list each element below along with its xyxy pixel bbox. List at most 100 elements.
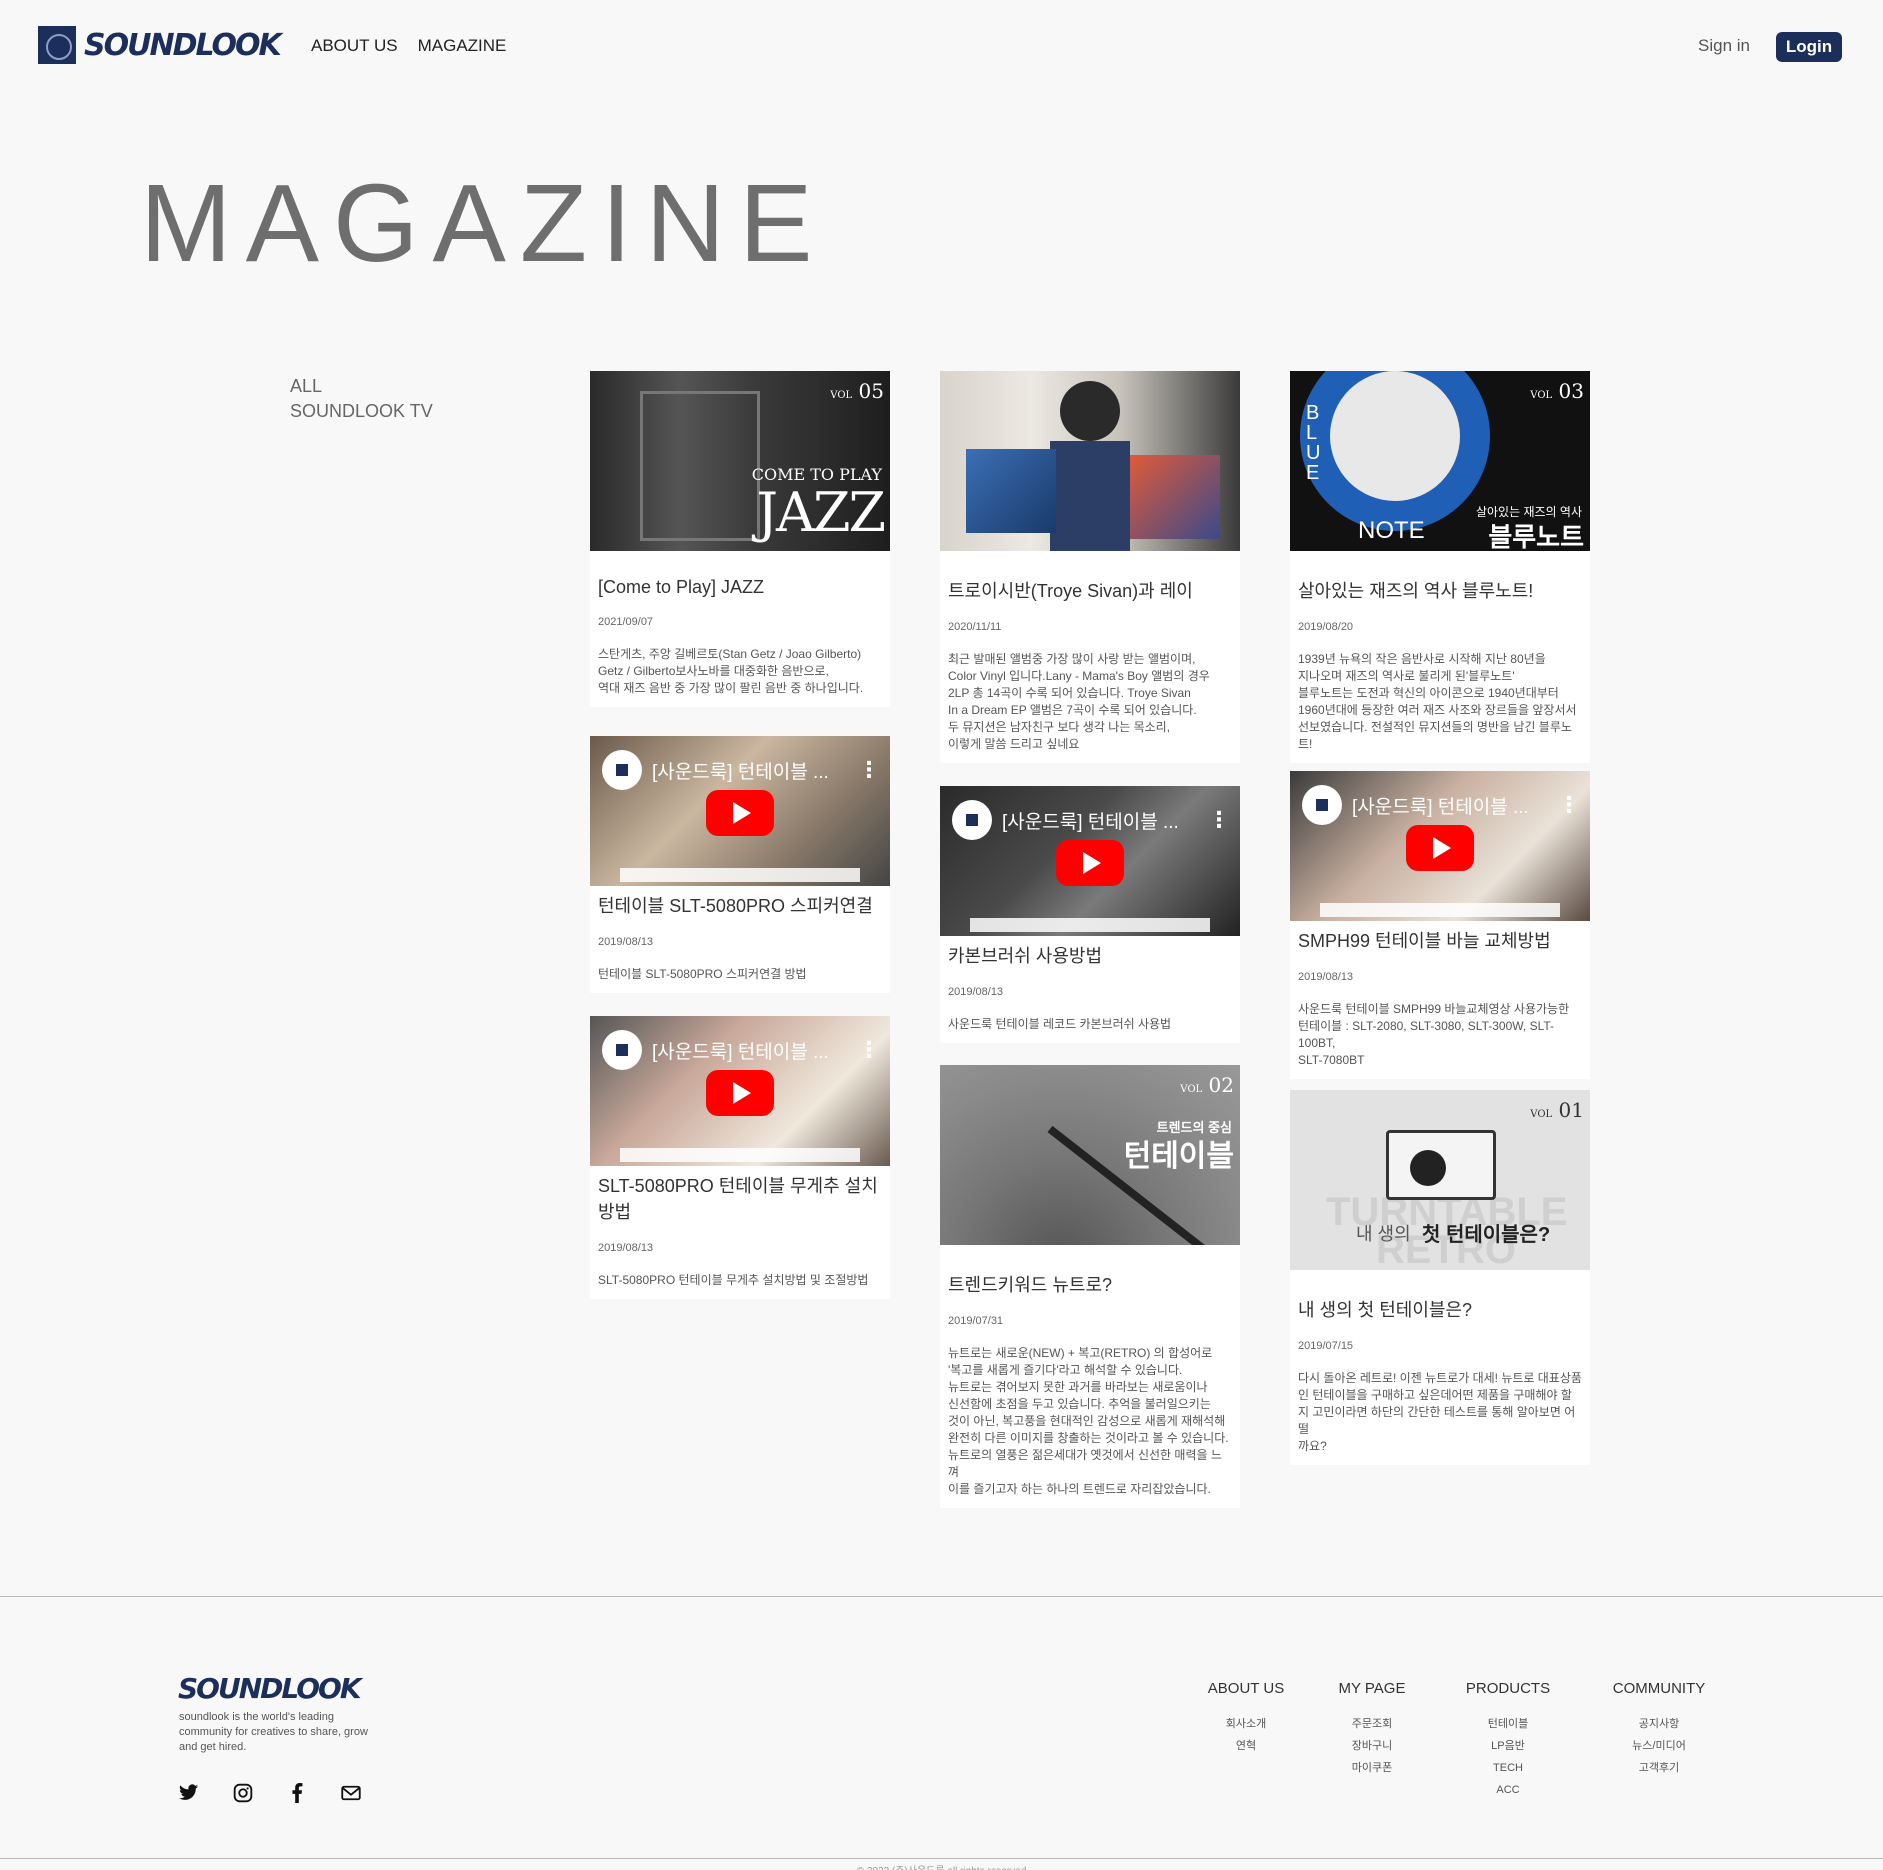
twitter-icon[interactable]: [178, 1782, 200, 1804]
sign-in-link[interactable]: Sign in: [1698, 36, 1750, 56]
category-soundlook-tv[interactable]: SOUNDLOOK TV: [290, 399, 433, 424]
play-button-icon[interactable]: [1056, 840, 1124, 886]
card-date: 2019/08/13: [1298, 971, 1354, 983]
logo-text: SOUNDLOOK: [84, 27, 282, 63]
video-title: [사운드룩] 턴테이블 ...: [652, 1041, 829, 1063]
play-button-icon[interactable]: [706, 790, 774, 836]
youtube-header: [사운드룩] 턴테이블 ... ⋮: [952, 800, 1230, 840]
youtube-header: [사운드룩] 턴테이블 ... ⋮: [602, 750, 880, 790]
card-title[interactable]: 카본브러쉬 사용방법: [948, 942, 1232, 968]
video-title: [사운드룩] 턴테이블 ...: [1002, 811, 1179, 833]
mail-icon[interactable]: [340, 1782, 362, 1804]
card-description: 사운드룩 턴테이블 SMPH99 바늘교체영상 사용가능한 턴테이블 : SLT…: [1298, 1002, 1570, 1067]
video-card[interactable]: [사운드룩] 턴테이블 ... ⋮ SLT-5080PRO 턴테이블 무게추 설…: [590, 1016, 890, 1299]
magazine-card[interactable]: TURNTABLE RETRO VOL 01 내 생의 첫 턴테이블은? 내 생…: [1290, 1090, 1590, 1465]
more-options-icon[interactable]: ⋮: [1558, 792, 1580, 818]
more-options-icon[interactable]: ⋮: [858, 757, 880, 783]
card-title[interactable]: SMPH99 턴테이블 바늘 교체방법: [1298, 927, 1582, 953]
card-date: 2019/07/15: [1298, 1340, 1354, 1352]
footer-link[interactable]: 고객후기: [1604, 1757, 1714, 1779]
more-options-icon[interactable]: ⋮: [1208, 807, 1230, 833]
record-side-text: BLUE: [1306, 402, 1321, 484]
facebook-icon[interactable]: [286, 1782, 308, 1804]
magazine-card[interactable]: 트로이시반(Troye Sivan)과 레이 2020/11/11 최근 발매된…: [940, 371, 1240, 763]
login-button[interactable]: Login: [1776, 32, 1842, 62]
card-description: 사운드룩 턴테이블 레코드 카본브러쉬 사용법: [948, 1017, 1172, 1031]
category-menu: ALL SOUNDLOOK TV: [290, 374, 433, 424]
video-card[interactable]: [사운드룩] 턴테이블 ... ⋮ 카본브러쉬 사용방법 2019/08/13 …: [940, 786, 1240, 1043]
nav-magazine[interactable]: MAGAZINE: [418, 36, 507, 56]
video-card[interactable]: [사운드룩] 턴테이블 ... ⋮ 턴테이블 SLT-5080PRO 스피커연결…: [590, 736, 890, 993]
subtitle-bar: [620, 868, 860, 882]
footer-link[interactable]: 마이쿠폰: [1322, 1757, 1422, 1779]
card-title[interactable]: [Come to Play] JAZZ: [598, 577, 882, 598]
video-thumbnail[interactable]: [사운드룩] 턴테이블 ... ⋮: [590, 736, 890, 886]
magazine-card[interactable]: VOL 05 COME TO PLAY JAZZ [Come to Play] …: [590, 371, 890, 707]
thumb-caption-main: 턴테이블: [1123, 1140, 1234, 1173]
card-date: 2019/08/20: [1298, 621, 1354, 633]
volume-label: VOL 01: [1530, 1098, 1584, 1122]
card-thumbnail: TURNTABLE RETRO VOL 01 내 생의 첫 턴테이블은?: [1290, 1090, 1590, 1270]
card-title[interactable]: 살아있는 재즈의 역사 블루노트!: [1298, 577, 1582, 603]
nav-about-us[interactable]: ABOUT US: [311, 36, 398, 56]
card-title[interactable]: 내 생의 첫 턴테이블은?: [1298, 1296, 1582, 1322]
volume-label: VOL 02: [1180, 1073, 1234, 1097]
instagram-icon[interactable]: [232, 1782, 254, 1804]
subtitle-bar: [620, 1148, 860, 1162]
card-title[interactable]: 턴테이블 SLT-5080PRO 스피커연결: [598, 892, 882, 918]
card-date: 2020/11/11: [948, 621, 1002, 633]
card-date: 2019/07/31: [948, 1315, 1004, 1327]
card-description: 뉴트로는 새로운(NEW) + 복고(RETRO) 의 합성어로 '복고를 새롭…: [948, 1346, 1229, 1496]
social-links: [178, 1782, 362, 1804]
person-body-shape: [1050, 441, 1130, 551]
site-logo[interactable]: SOUNDLOOK: [38, 26, 282, 64]
play-button-icon[interactable]: [1406, 825, 1474, 871]
video-card[interactable]: [사운드룩] 턴테이블 ... ⋮ SMPH99 턴테이블 바늘 교체방법 20…: [1290, 771, 1590, 1079]
footer-link[interactable]: 회사소개: [1196, 1713, 1296, 1735]
card-title[interactable]: 트로이시반(Troye Sivan)과 레이: [948, 577, 1232, 603]
footer-col-title[interactable]: COMMUNITY: [1604, 1680, 1714, 1697]
page-title: MAGAZINE: [140, 162, 827, 285]
card-description: 스탄게츠, 주앙 길베르토(Stan Getz / Joao Gilberto)…: [598, 647, 864, 695]
footer-col-mypage: MY PAGE 주문조회 장바구니 마이쿠폰: [1322, 1680, 1422, 1779]
footer-link[interactable]: ACC: [1458, 1779, 1558, 1801]
footer-link[interactable]: 연혁: [1196, 1735, 1296, 1757]
card-description: SLT-5080PRO 턴테이블 무게추 설치방법 및 조절방법: [598, 1273, 869, 1287]
card-date: 2019/08/13: [598, 1242, 654, 1254]
footer-col-title[interactable]: PRODUCTS: [1458, 1680, 1558, 1697]
thumb-caption-main: 블루노트: [1488, 522, 1584, 551]
video-thumbnail[interactable]: [사운드룩] 턴테이블 ... ⋮: [940, 786, 1240, 936]
magazine-card[interactable]: VOL 02 트렌드의 중심 턴테이블 트렌드키워드 뉴트로? 2019/07/…: [940, 1065, 1240, 1508]
footer-link[interactable]: 공지사항: [1604, 1713, 1714, 1735]
video-thumbnail[interactable]: [사운드룩] 턴테이블 ... ⋮: [1290, 771, 1590, 921]
footer-link[interactable]: 턴테이블: [1458, 1713, 1558, 1735]
door-shape: [640, 391, 760, 541]
site-header: SOUNDLOOK ABOUT US MAGAZINE Sign in Logi…: [0, 0, 1883, 96]
card-thumbnail: BLUE NOTE VOL 03 살아있는 재즈의 역사 블루노트: [1290, 371, 1590, 551]
footer-logo[interactable]: SOUNDLOOK: [178, 1672, 362, 1705]
footer-link[interactable]: 장바구니: [1322, 1735, 1422, 1757]
category-all[interactable]: ALL: [290, 374, 433, 399]
magazine-card[interactable]: BLUE NOTE VOL 03 살아있는 재즈의 역사 블루노트 살아있는 재…: [1290, 371, 1590, 763]
album-cover-right: [1130, 455, 1220, 539]
footer-divider: [0, 1596, 1883, 1597]
footer-link[interactable]: 뉴스/미디어: [1604, 1735, 1714, 1757]
footer-col-title[interactable]: ABOUT US: [1196, 1680, 1296, 1697]
card-description: 1939년 뉴욕의 작은 음반사로 시작해 지난 80년을 지나오며 재즈의 역…: [1298, 652, 1577, 751]
channel-avatar: [952, 800, 992, 840]
record-label-text: NOTE: [1358, 517, 1425, 544]
youtube-header: [사운드룩] 턴테이블 ... ⋮: [602, 1030, 880, 1070]
channel-avatar: [602, 750, 642, 790]
play-button-icon[interactable]: [706, 1070, 774, 1116]
more-options-icon[interactable]: ⋮: [858, 1037, 880, 1063]
footer-col-title[interactable]: MY PAGE: [1322, 1680, 1422, 1697]
card-title[interactable]: 트렌드키워드 뉴트로?: [948, 1271, 1232, 1297]
card-description: 다시 돌아온 레트로! 이젠 뉴트로가 대세! 뉴트로 대표상품 인 턴테이블을…: [1298, 1371, 1582, 1453]
thumb-caption-main: JAZZ: [756, 481, 886, 544]
video-thumbnail[interactable]: [사운드룩] 턴테이블 ... ⋮: [590, 1016, 890, 1166]
footer-link[interactable]: TECH: [1458, 1757, 1558, 1779]
card-date: 2021/09/07: [598, 616, 654, 628]
footer-link[interactable]: LP음반: [1458, 1735, 1558, 1757]
footer-link[interactable]: 주문조회: [1322, 1713, 1422, 1735]
card-title[interactable]: SLT-5080PRO 턴테이블 무게추 설치방법: [598, 1172, 882, 1224]
